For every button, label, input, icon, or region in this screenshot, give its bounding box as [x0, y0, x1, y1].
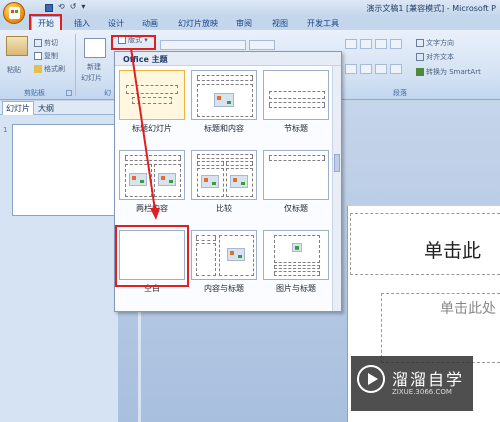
arrow-head-icon: [150, 208, 160, 220]
arrow-line: [130, 47, 156, 211]
office-logo-icon: [9, 7, 20, 19]
annotation-arrow: [130, 47, 160, 220]
office-button[interactable]: [3, 2, 25, 24]
